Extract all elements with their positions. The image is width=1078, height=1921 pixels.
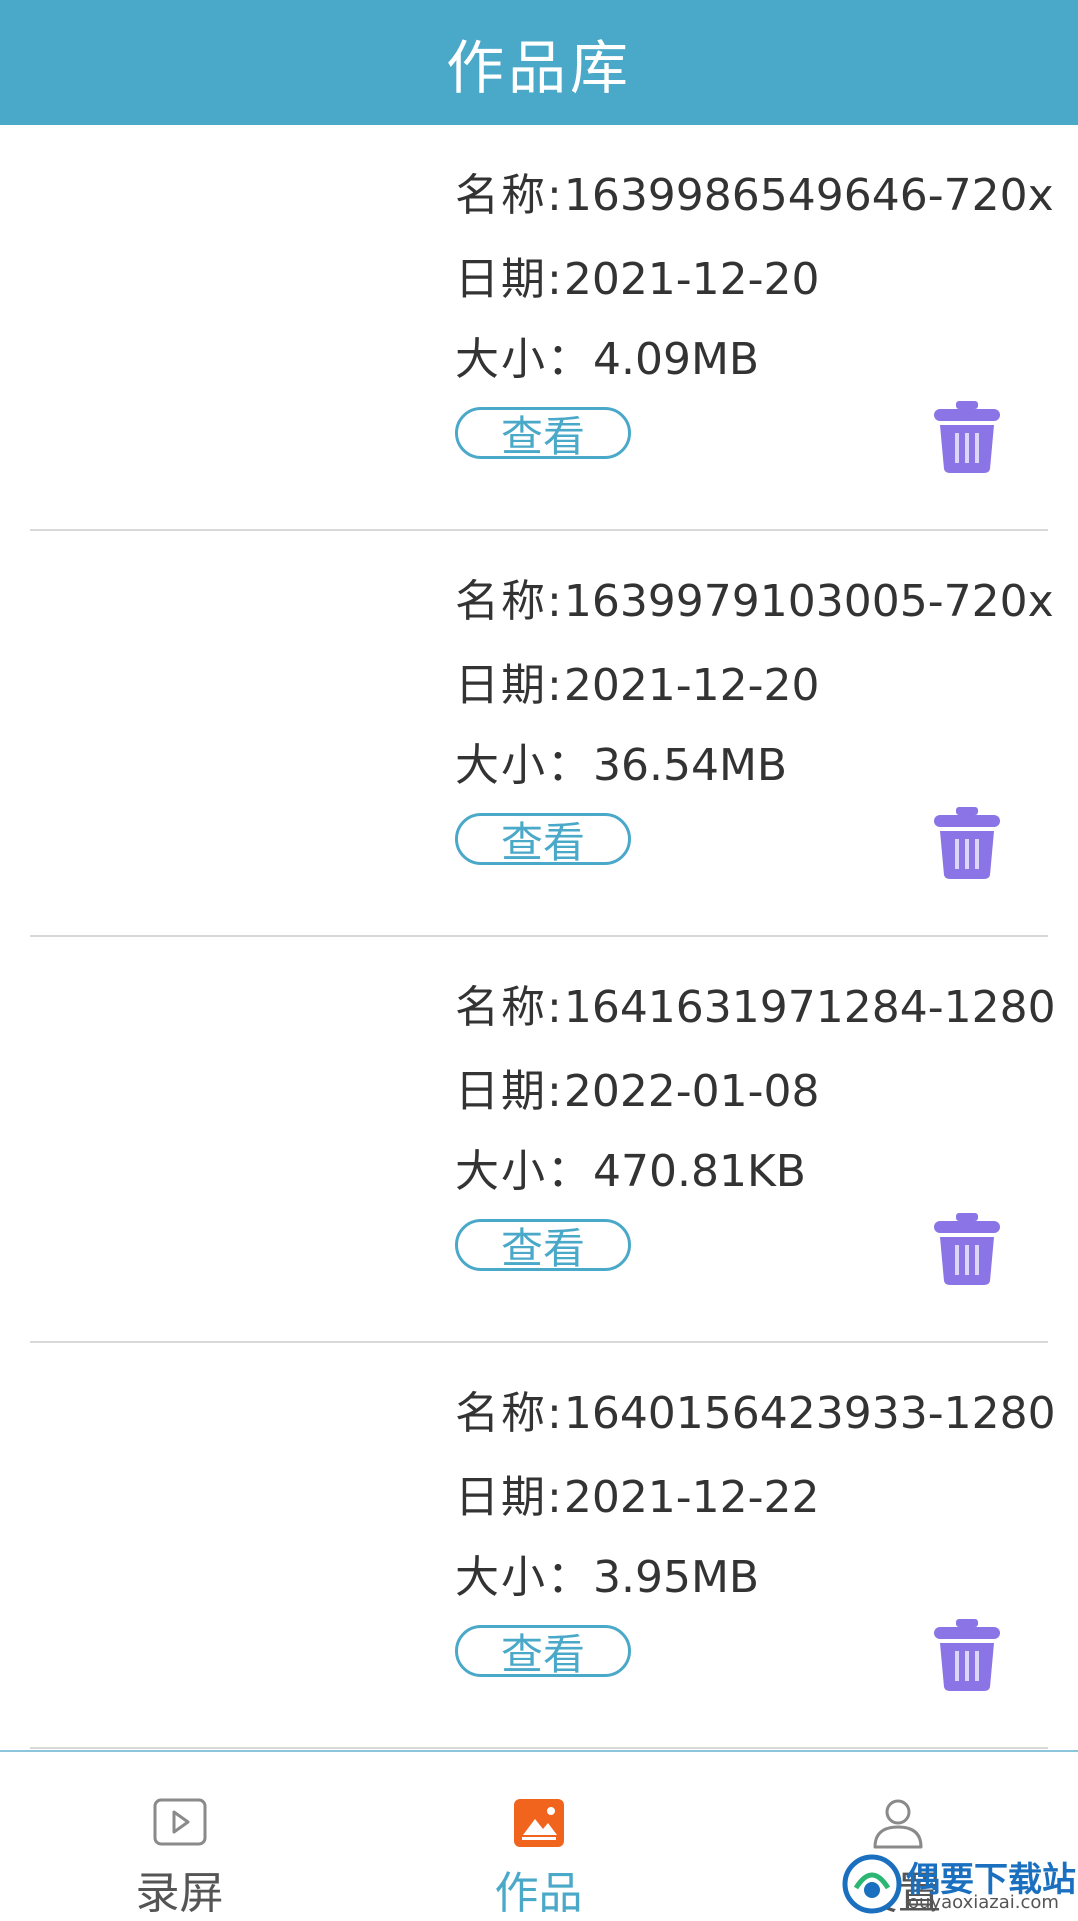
item-date: 日期:2022-01-08 <box>455 1066 820 1117</box>
item-name: 名称:1641631971284-1280 <box>455 982 1056 1033</box>
item-size: 大小：470.81KB <box>455 1146 806 1197</box>
tab-record-label: 录屏 <box>135 1868 224 1919</box>
tab-works[interactable]: 作品 <box>359 1752 718 1920</box>
works-list: 名称:1639986549646-720x 日期:2021-12-20 大小：4… <box>0 125 1078 1750</box>
video-thumbnail[interactable] <box>30 551 430 911</box>
item-name: 名称:1640156423933-1280 <box>455 1388 1056 1439</box>
item-size: 大小：4.09MB <box>455 334 760 385</box>
list-item: 名称:1640156423933-1280 日期:2021-12-22 大小：3… <box>0 1343 1078 1749</box>
item-date: 日期:2021-12-22 <box>455 1472 820 1523</box>
item-name: 名称:1639979103005-720x <box>455 576 1054 627</box>
watermark-url: ouyaoxiazai.com <box>908 1892 1059 1913</box>
list-item: 名称:1639986549646-720x 日期:2021-12-20 大小：4… <box>0 125 1078 531</box>
app-header: 作品库 <box>0 0 1078 125</box>
video-thumbnail[interactable] <box>30 957 430 1317</box>
list-item: 名称:1639979103005-720x 日期:2021-12-20 大小：3… <box>0 531 1078 937</box>
item-size: 大小：36.54MB <box>455 740 788 791</box>
page-title: 作品库 <box>445 33 632 102</box>
item-name: 名称:1639986549646-720x <box>455 170 1054 221</box>
item-date: 日期:2021-12-20 <box>455 660 820 711</box>
list-item: 名称:1641631971284-1280 日期:2022-01-08 大小：4… <box>0 937 1078 1343</box>
play-icon <box>153 1798 206 1846</box>
site-watermark: 偶要下载站 ouyaoxiazai.com <box>838 1850 1078 1918</box>
view-button[interactable]: 查看 <box>455 407 631 461</box>
item-date: 日期:2021-12-20 <box>455 254 820 305</box>
item-size: 大小：3.95MB <box>455 1552 760 1603</box>
video-thumbnail[interactable] <box>30 1363 430 1723</box>
tab-record[interactable]: 录屏 <box>0 1752 359 1920</box>
user-icon <box>873 1799 922 1849</box>
trash-icon[interactable] <box>932 399 1002 475</box>
gallery-icon <box>513 1799 564 1847</box>
tab-works-label: 作品 <box>494 1868 583 1919</box>
view-button[interactable]: 查看 <box>455 813 631 867</box>
divider <box>30 1747 1048 1749</box>
trash-icon[interactable] <box>932 805 1002 881</box>
trash-icon[interactable] <box>932 1617 1002 1693</box>
watermark-logo-icon <box>842 1854 902 1914</box>
video-thumbnail[interactable] <box>30 145 430 505</box>
view-button[interactable]: 查看 <box>455 1219 631 1273</box>
view-button[interactable]: 查看 <box>455 1625 631 1679</box>
trash-icon[interactable] <box>932 1211 1002 1287</box>
